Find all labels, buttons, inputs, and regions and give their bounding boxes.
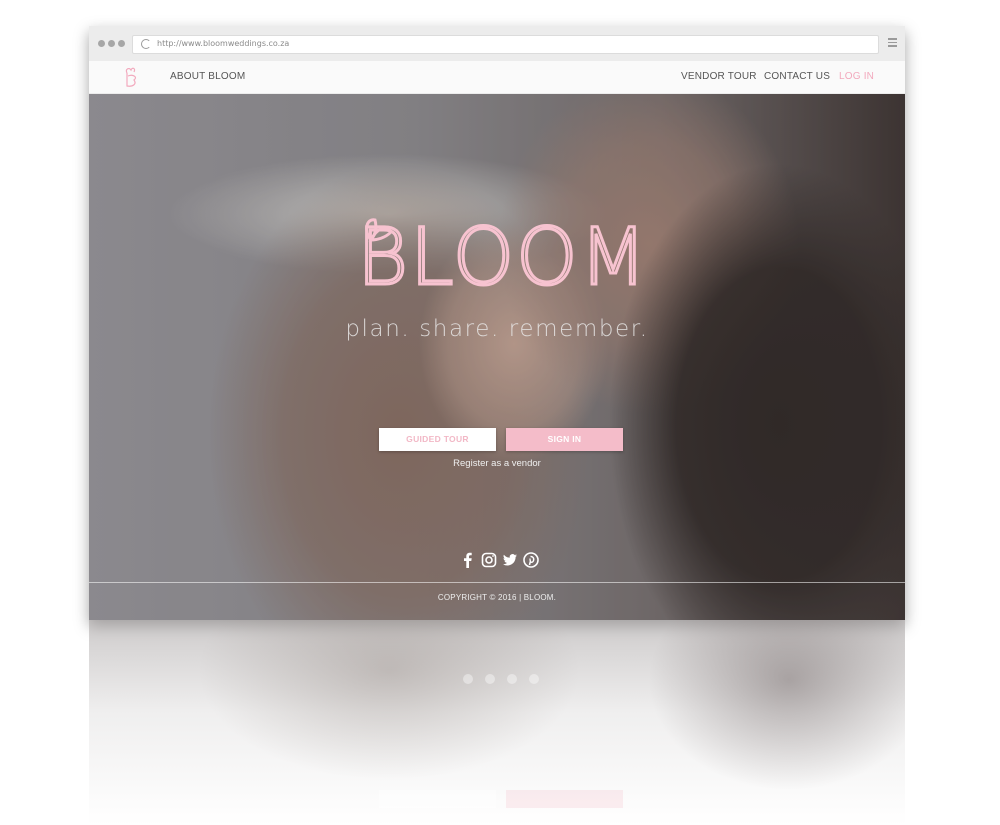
browser-toolbar: http://www.bloomweddings.co.za <box>89 26 905 62</box>
reload-icon[interactable] <box>141 39 151 49</box>
instagram-icon[interactable] <box>481 552 497 568</box>
copyright-text: COPYRIGHT © 2016 | BLOOM. <box>437 593 557 602</box>
register-vendor-link[interactable]: Register as a vendor <box>89 458 905 469</box>
twitter-icon[interactable] <box>502 552 518 568</box>
bloom-brand-logo: BLOOM <box>356 202 649 305</box>
address-bar[interactable]: http://www.bloomweddings.co.za <box>132 35 879 54</box>
pinterest-icon[interactable] <box>523 552 539 568</box>
guided-tour-button[interactable]: GUIDED TOUR <box>379 428 496 451</box>
browser-window: http://www.bloomweddings.co.za ABOUT BLO… <box>89 26 905 620</box>
nav-about-bloom[interactable]: ABOUT BLOOM <box>170 71 245 82</box>
url-text[interactable]: http://www.bloomweddings.co.za <box>157 38 289 50</box>
nav-log-in[interactable]: LOG IN <box>839 71 874 82</box>
brand-wordmark: BLOOM <box>357 213 647 292</box>
nav-vendor-tour[interactable]: VENDOR TOUR <box>681 71 757 82</box>
window-control-dot[interactable] <box>98 40 105 47</box>
hamburger-menu-icon[interactable] <box>888 38 897 47</box>
site-navbar: ABOUT BLOOM VENDOR TOUR CONTACT US LOG I… <box>89 61 905 94</box>
bloom-monogram-logo[interactable] <box>121 65 143 94</box>
hero-section: BLOOM plan. share. remember. GUIDED TOUR… <box>89 94 905 620</box>
nav-contact-us[interactable]: CONTACT US <box>764 71 830 82</box>
facebook-icon[interactable] <box>460 552 476 568</box>
mockup-reflection <box>89 620 905 825</box>
footer-divider <box>89 582 905 583</box>
sign-in-button[interactable]: SIGN IN <box>506 428 623 451</box>
hero-tagline: plan. share. remember. <box>345 316 649 342</box>
window-control-dot[interactable] <box>108 40 115 47</box>
window-control-dot[interactable] <box>118 40 125 47</box>
